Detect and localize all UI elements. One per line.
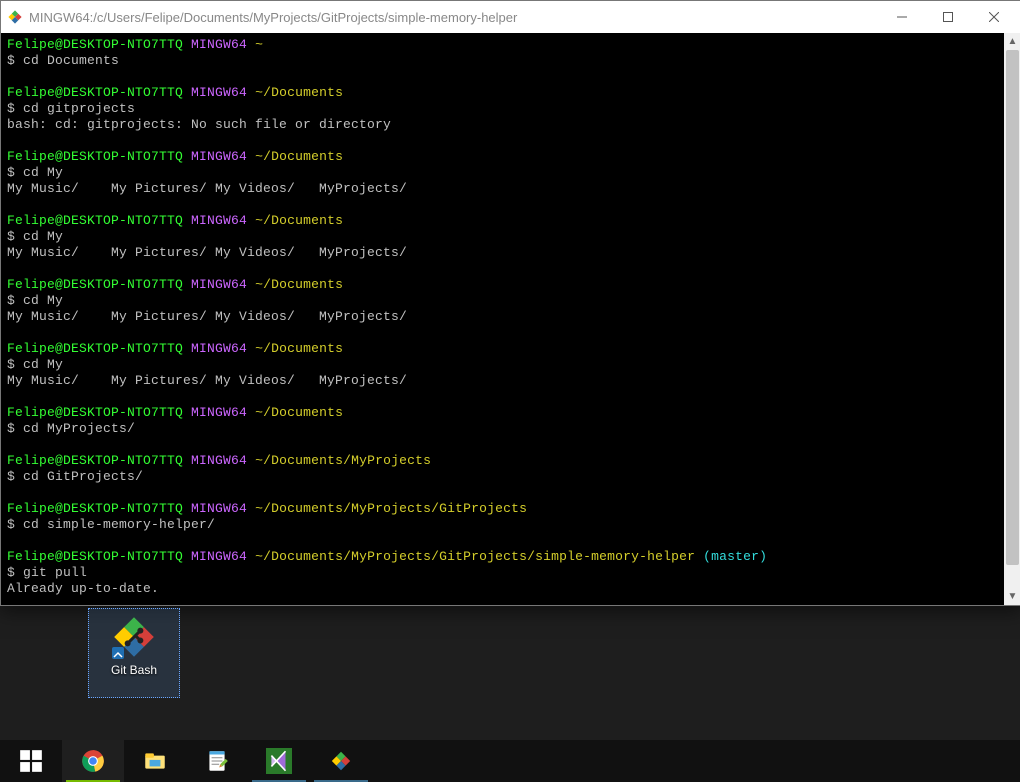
prompt-line: Felipe@DESKTOP-NTO7TTQ MINGW64 ~/Documen… [7,501,998,517]
window-title: MINGW64:/c/Users/Felipe/Documents/MyProj… [29,10,879,25]
terminal-output[interactable]: Felipe@DESKTOP-NTO7TTQ MINGW64 ~$ cd Doc… [1,33,1004,605]
prompt-line: Felipe@DESKTOP-NTO7TTQ MINGW64 ~/Documen… [7,453,998,469]
titlebar[interactable]: MINGW64:/c/Users/Felipe/Documents/MyProj… [1,1,1020,33]
minimize-button[interactable] [879,2,925,32]
prompt-line: Felipe@DESKTOP-NTO7TTQ MINGW64 ~/Documen… [7,213,998,229]
prompt-line: Felipe@DESKTOP-NTO7TTQ MINGW64 ~/Documen… [7,85,998,101]
command-line: $ cd gitprojects [7,101,998,117]
output-line: My Music/ My Pictures/ My Videos/ MyProj… [7,181,998,197]
git-bash-icon [7,9,23,25]
prompt-line: Felipe@DESKTOP-NTO7TTQ MINGW64 ~/Documen… [7,549,998,565]
command-line: $ cd My [7,229,998,245]
prompt-line: Felipe@DESKTOP-NTO7TTQ MINGW64 ~ [7,37,998,53]
command-line: $ cd GitProjects/ [7,469,998,485]
taskbar-file-explorer[interactable] [124,740,186,782]
maximize-button[interactable] [925,2,971,32]
command-line: $ cd My [7,357,998,373]
command-line: $ cd My [7,293,998,309]
command-line: $ git pull [7,565,998,581]
desktop-icon-label: Git Bash [111,663,157,677]
scroll-thumb[interactable] [1006,50,1019,565]
taskbar-notepad[interactable] [186,740,248,782]
output-line: bash: cd: gitprojects: No such file or d… [7,117,998,133]
output-line: My Music/ My Pictures/ My Videos/ MyProj… [7,309,998,325]
taskbar [0,740,1020,782]
prompt-line: Felipe@DESKTOP-NTO7TTQ MINGW64 ~/Documen… [7,405,998,421]
prompt-line: Felipe@DESKTOP-NTO7TTQ MINGW64 ~/Documen… [7,341,998,357]
git-bash-window: MINGW64:/c/Users/Felipe/Documents/MyProj… [0,0,1020,606]
close-button[interactable] [971,2,1017,32]
scroll-down-arrow[interactable]: ▼ [1004,588,1020,605]
prompt-line: Felipe@DESKTOP-NTO7TTQ MINGW64 ~/Documen… [7,277,998,293]
output-line: Already up-to-date. [7,581,998,597]
taskbar-visual-studio[interactable] [248,740,310,782]
terminal-area: Felipe@DESKTOP-NTO7TTQ MINGW64 ~$ cd Doc… [1,33,1020,605]
command-line: $ cd Documents [7,53,998,69]
command-line: $ cd My [7,165,998,181]
output-line: My Music/ My Pictures/ My Videos/ MyProj… [7,373,998,389]
command-line: $ cd simple-memory-helper/ [7,517,998,533]
output-line: My Music/ My Pictures/ My Videos/ MyProj… [7,245,998,261]
scrollbar[interactable]: ▲ ▼ [1004,33,1020,605]
taskbar-chrome[interactable] [62,740,124,782]
git-bash-app-icon [110,613,158,661]
taskbar-git-bash[interactable] [310,740,372,782]
scroll-up-arrow[interactable]: ▲ [1004,33,1020,50]
command-line: $ cd MyProjects/ [7,421,998,437]
prompt-line: Felipe@DESKTOP-NTO7TTQ MINGW64 ~/Documen… [7,149,998,165]
desktop-icon-git-bash[interactable]: Git Bash [88,608,180,698]
start-button[interactable] [0,740,62,782]
